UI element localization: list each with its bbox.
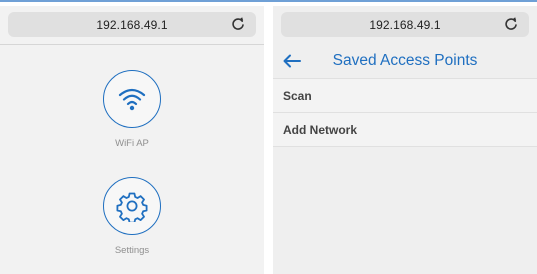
page-title: Saved Access Points: [332, 52, 478, 69]
gear-icon: [116, 192, 148, 222]
settings-button[interactable]: [103, 177, 161, 235]
top-accent-line: [0, 0, 537, 2]
list-item-scan[interactable]: Scan: [273, 78, 537, 113]
left-screen: 192.168.49.1 WiFi AP Settings: [0, 6, 264, 274]
wifi-ap-tile[interactable]: WiFi AP: [0, 70, 264, 149]
reload-icon[interactable]: [503, 16, 519, 32]
address-bar[interactable]: 192.168.49.1: [281, 12, 529, 37]
settings-label: Settings: [114, 245, 150, 256]
settings-tile[interactable]: Settings: [0, 177, 264, 256]
url-text: 192.168.49.1: [369, 17, 441, 32]
back-arrow-icon[interactable]: [282, 51, 302, 71]
wifi-ap-button[interactable]: [103, 70, 161, 128]
right-screen: 192.168.49.1 Saved Access Points Scan Ad…: [273, 6, 537, 274]
url-text: 192.168.49.1: [96, 17, 168, 32]
wifi-ap-label: WiFi AP: [115, 138, 149, 149]
wifi-icon: [118, 88, 146, 111]
reload-icon[interactable]: [230, 16, 246, 32]
list-item-add-network[interactable]: Add Network: [273, 113, 537, 147]
nav-header: Saved Access Points: [273, 46, 537, 76]
screenshot-canvas: 192.168.49.1 WiFi AP Settings 192.168.49…: [0, 0, 537, 274]
address-bar-divider: [0, 44, 264, 45]
address-bar[interactable]: 192.168.49.1: [8, 12, 256, 37]
access-point-list: Scan Add Network: [273, 78, 537, 147]
